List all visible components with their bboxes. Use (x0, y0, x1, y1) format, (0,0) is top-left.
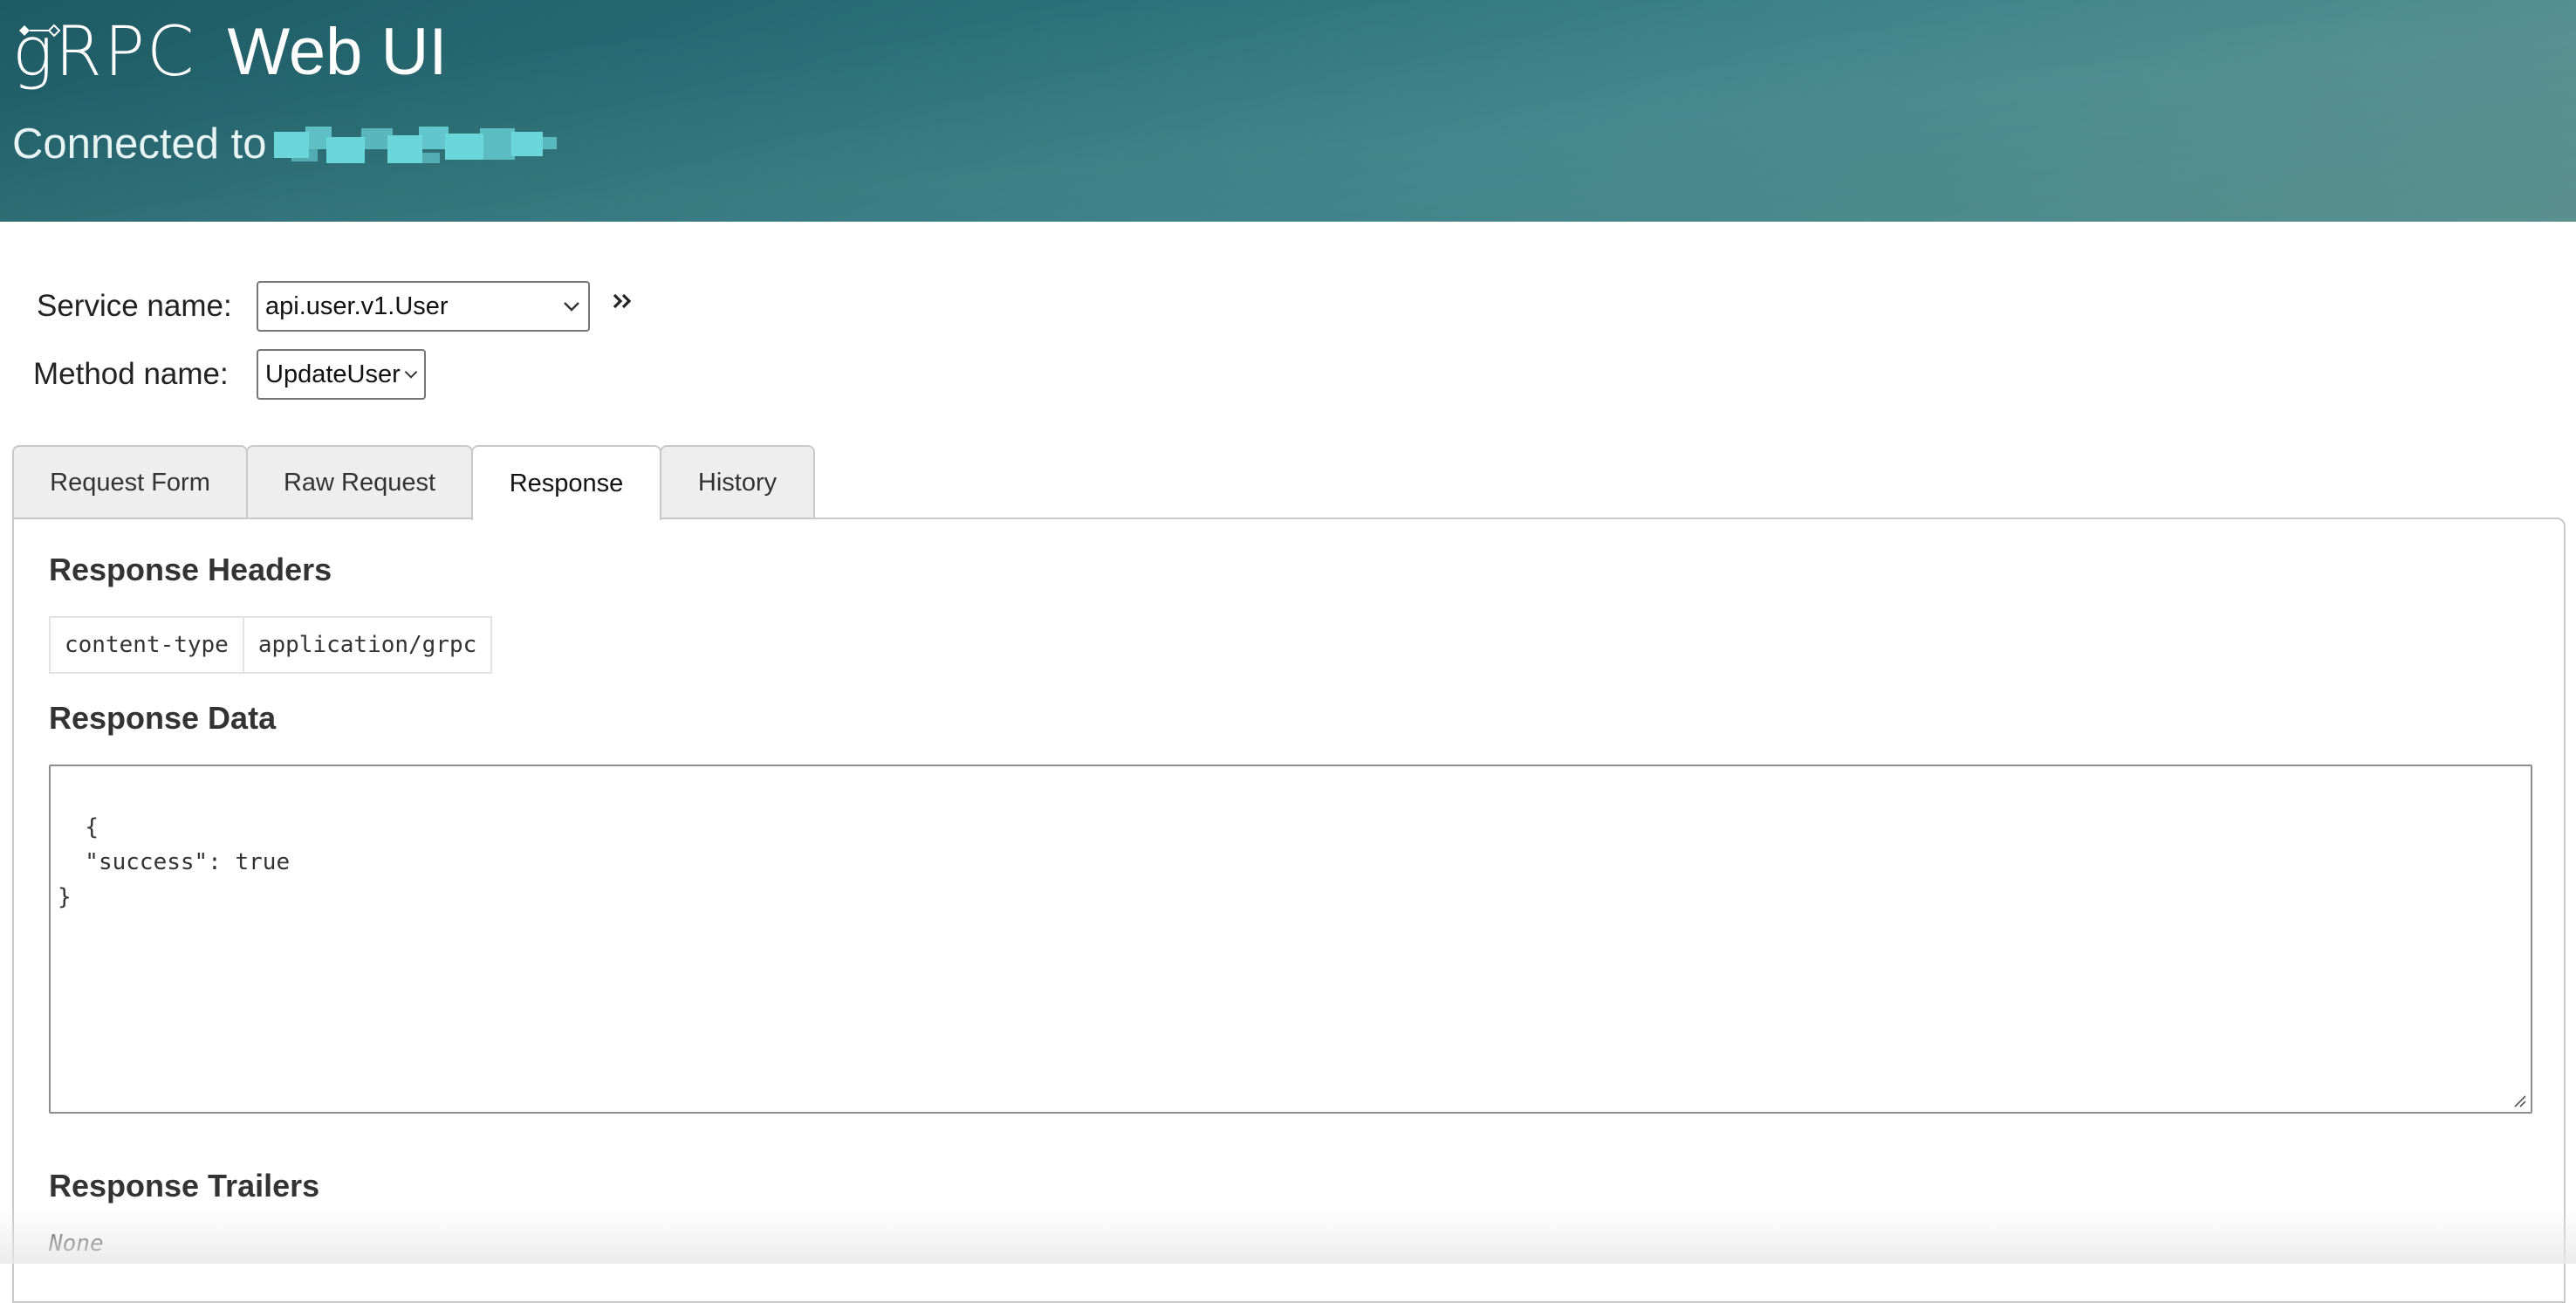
double-chevron-right-icon[interactable] (611, 291, 634, 312)
brand: gRPC Web UI (12, 9, 448, 96)
response-data-textarea[interactable]: { "success": true } (49, 765, 2532, 1114)
method-row: Method name: (33, 353, 229, 396)
method-select[interactable]: UpdateUser (257, 349, 426, 400)
response-trailers-value: None (49, 1231, 104, 1257)
redacted-host (273, 123, 562, 165)
logo-dots-icon (19, 24, 61, 38)
response-headers-table: content-type application/grpc (49, 616, 493, 674)
app-header: gRPC Web UI Connected to (0, 0, 2576, 222)
response-data-title: Response Data (49, 700, 277, 736)
tab-label: History (697, 468, 778, 497)
method-name-label: Method name: (33, 357, 229, 391)
service-select[interactable]: api.user.v1.User (257, 281, 590, 332)
response-trailers-title: Response Trailers (49, 1168, 320, 1204)
tab-history[interactable]: History (660, 445, 815, 518)
service-select-value: api.user.v1.User (265, 291, 449, 320)
table-row: content-type application/grpc (49, 616, 493, 674)
connection-status: Connected to (12, 113, 562, 175)
tab-label: Response (509, 469, 624, 497)
response-data-text: { "success": true } (58, 814, 291, 910)
service-row: Service name: (37, 285, 232, 328)
tab-label: Raw Request (283, 468, 436, 497)
header-name-cell: content-type (49, 616, 244, 674)
chevron-down-icon (404, 371, 418, 379)
resize-grip-icon[interactable] (2511, 1093, 2527, 1108)
tab-label: Request Form (50, 468, 210, 497)
tab-raw-request[interactable]: Raw Request (246, 445, 473, 518)
chevron-down-icon (564, 302, 579, 312)
grpc-logo: gRPC (12, 18, 196, 86)
header-value-cell: application/grpc (242, 616, 493, 674)
service-name-label: Service name: (37, 289, 232, 323)
tab-request-form[interactable]: Request Form (12, 445, 248, 518)
connected-label: Connected to (12, 120, 267, 168)
method-select-value: UpdateUser (265, 360, 401, 388)
app-title: Web UI (227, 15, 448, 89)
response-headers-title: Response Headers (49, 552, 332, 587)
tab-response[interactable]: Response (471, 445, 661, 520)
